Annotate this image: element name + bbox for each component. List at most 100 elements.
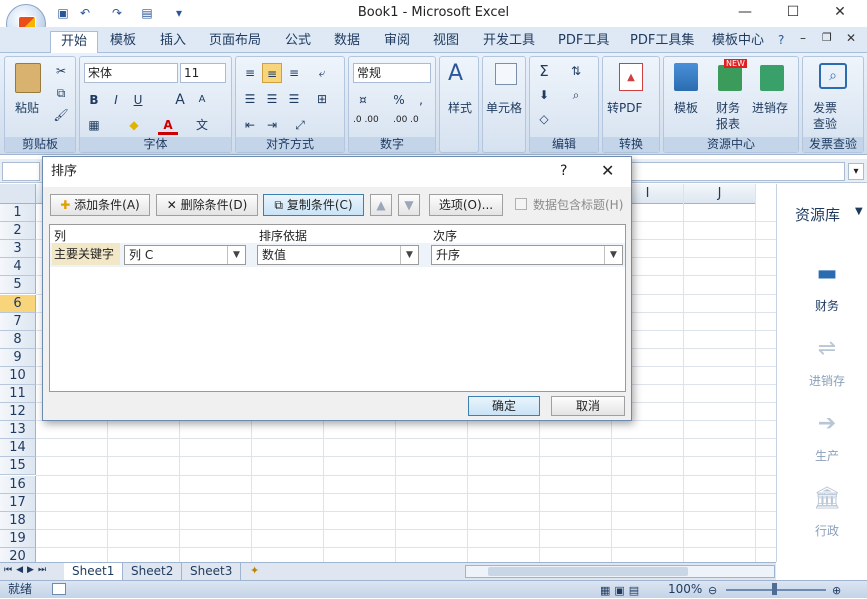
sheet-tab-1[interactable]: Sheet1: [64, 563, 124, 580]
invoice-button[interactable]: 发票: [813, 99, 837, 116]
sheet-nav-icons[interactable]: ⏮◀▶⏭: [4, 565, 50, 575]
ribbon-minimize-icon[interactable]: –: [800, 31, 806, 45]
sheet-tab-2[interactable]: Sheet2: [123, 563, 183, 580]
macro-record-icon[interactable]: [52, 583, 66, 595]
tab-template[interactable]: 模板: [110, 31, 136, 53]
row-header-12[interactable]: 12: [0, 403, 36, 422]
percent-button[interactable]: %: [389, 90, 409, 110]
hscroll-thumb[interactable]: [488, 567, 688, 576]
move-down-button[interactable]: ▼: [398, 194, 420, 216]
increase-decimal-button[interactable]: .0 .00: [353, 115, 389, 125]
dialog-close-icon[interactable]: ✕: [601, 161, 614, 180]
sheet-tab-3[interactable]: Sheet3: [182, 563, 242, 580]
tab-data[interactable]: 数据: [334, 31, 360, 53]
tab-review[interactable]: 审阅: [384, 31, 410, 53]
copy-level-button[interactable]: ⧉ 复制条件(C): [263, 194, 364, 216]
orientation-icon[interactable]: ⤢: [290, 115, 310, 135]
merge-center-icon[interactable]: ⊞: [312, 89, 332, 109]
row-header-13[interactable]: 13: [0, 421, 36, 440]
side-item-admin[interactable]: 🏛 行政: [797, 484, 857, 544]
number-format-combo[interactable]: 常规: [353, 63, 431, 83]
font-size-combo[interactable]: 11: [180, 63, 226, 83]
autosum-button[interactable]: Σ: [534, 61, 554, 81]
tab-formulas[interactable]: 公式: [285, 31, 311, 53]
tab-insert[interactable]: 插入: [160, 31, 186, 53]
row-header-2[interactable]: 2: [0, 222, 36, 241]
phonetic-button[interactable]: 文: [192, 115, 212, 135]
fill-icon[interactable]: ⬇: [534, 85, 554, 105]
zoom-out-icon[interactable]: ⊖: [708, 582, 717, 599]
copy-icon[interactable]: ⧉: [51, 83, 71, 103]
order-select[interactable]: 升序 ▼: [431, 245, 623, 265]
row-header-16[interactable]: 16: [0, 475, 36, 494]
row-header-4[interactable]: 4: [0, 258, 36, 277]
zoom-in-icon[interactable]: ⊕: [832, 582, 841, 599]
insert-sheet-icon[interactable]: ✦: [250, 564, 259, 577]
cut-icon[interactable]: ✂: [51, 61, 71, 81]
row-header-20[interactable]: 20: [0, 547, 36, 562]
row-header-14[interactable]: 14: [0, 439, 36, 458]
view-mode-icons[interactable]: ▦▣▤: [600, 582, 643, 599]
tab-pdf-tools[interactable]: PDF工具: [558, 31, 609, 53]
zoom-slider-thumb[interactable]: [772, 583, 777, 595]
bold-button[interactable]: B: [84, 90, 104, 110]
tab-page-layout[interactable]: 页面布局: [209, 31, 261, 53]
comma-button[interactable]: ,: [411, 90, 431, 110]
side-item-production[interactable]: ➔ 生产: [797, 409, 857, 469]
align-middle-icon[interactable]: ≡: [262, 63, 282, 83]
convert-pdf-button[interactable]: 转PDF: [607, 99, 642, 116]
align-left-icon[interactable]: ☰: [240, 89, 260, 109]
header-checkbox[interactable]: [515, 198, 527, 210]
row-header-9[interactable]: 9: [0, 348, 36, 367]
tab-template-center[interactable]: 模板中心: [712, 31, 764, 53]
close-window-button[interactable]: ✕: [829, 4, 851, 22]
options-button[interactable]: 选项(O)...: [429, 194, 503, 216]
ribbon-close-icon[interactable]: ✕: [846, 31, 856, 45]
underline-button[interactable]: U: [128, 90, 148, 110]
increase-indent-icon[interactable]: ⇥: [262, 115, 282, 135]
wrap-text-icon[interactable]: ⤶: [312, 63, 332, 83]
fill-color-icon[interactable]: ◆: [124, 115, 144, 135]
cancel-button[interactable]: 取消: [551, 396, 625, 416]
shrink-font-button[interactable]: A: [192, 90, 212, 110]
sort-on-select[interactable]: 数值 ▼: [257, 245, 419, 265]
align-center-icon[interactable]: ☰: [262, 89, 282, 109]
row-header-3[interactable]: 3: [0, 240, 36, 259]
row-header-8[interactable]: 8: [0, 330, 36, 349]
decrease-indent-icon[interactable]: ⇤: [240, 115, 260, 135]
name-box[interactable]: [2, 162, 40, 181]
align-top-icon[interactable]: ≡: [240, 63, 260, 83]
row-header-17[interactable]: 17: [0, 493, 36, 512]
tab-pdf-toolset[interactable]: PDF工具集: [630, 31, 694, 53]
tab-home[interactable]: 开始: [50, 31, 99, 53]
cells-button[interactable]: 单元格: [486, 99, 522, 116]
font-name-combo[interactable]: 宋体: [84, 63, 178, 83]
move-up-button[interactable]: ▲: [370, 194, 392, 216]
row-header-10[interactable]: 10: [0, 366, 36, 385]
format-painter-icon[interactable]: 🖌: [51, 105, 71, 125]
select-all-corner[interactable]: [0, 184, 36, 204]
sort-column-select[interactable]: 列 C ▼: [124, 245, 246, 265]
row-header-15[interactable]: 15: [0, 457, 36, 476]
expand-formula-icon[interactable]: ▾: [848, 163, 864, 180]
italic-button[interactable]: I: [106, 90, 126, 110]
row-header-19[interactable]: 19: [0, 529, 36, 548]
row-header-5[interactable]: 5: [0, 276, 36, 295]
align-bottom-icon[interactable]: ≡: [284, 63, 304, 83]
styles-button[interactable]: 样式: [448, 99, 472, 116]
finance-button[interactable]: 财务: [716, 99, 740, 116]
decrease-decimal-button[interactable]: .00 .0: [393, 115, 429, 125]
inventory-button[interactable]: 进销存: [752, 99, 788, 116]
sort-filter-icon[interactable]: ⇅: [566, 61, 586, 81]
align-right-icon[interactable]: ☰: [284, 89, 304, 109]
row-header-1[interactable]: 1: [0, 204, 36, 222]
help-icon[interactable]: ?: [778, 33, 784, 47]
border-icon[interactable]: ▦: [84, 115, 104, 135]
minimize-button[interactable]: —: [734, 4, 756, 22]
paste-button[interactable]: 粘贴: [15, 99, 39, 116]
ok-button[interactable]: 确定: [468, 396, 540, 416]
row-header-6[interactable]: 6: [0, 294, 36, 313]
template-button[interactable]: 模板: [674, 99, 698, 116]
currency-icon[interactable]: ¤: [353, 90, 373, 110]
side-panel-dropdown-icon[interactable]: ▼: [855, 206, 863, 217]
